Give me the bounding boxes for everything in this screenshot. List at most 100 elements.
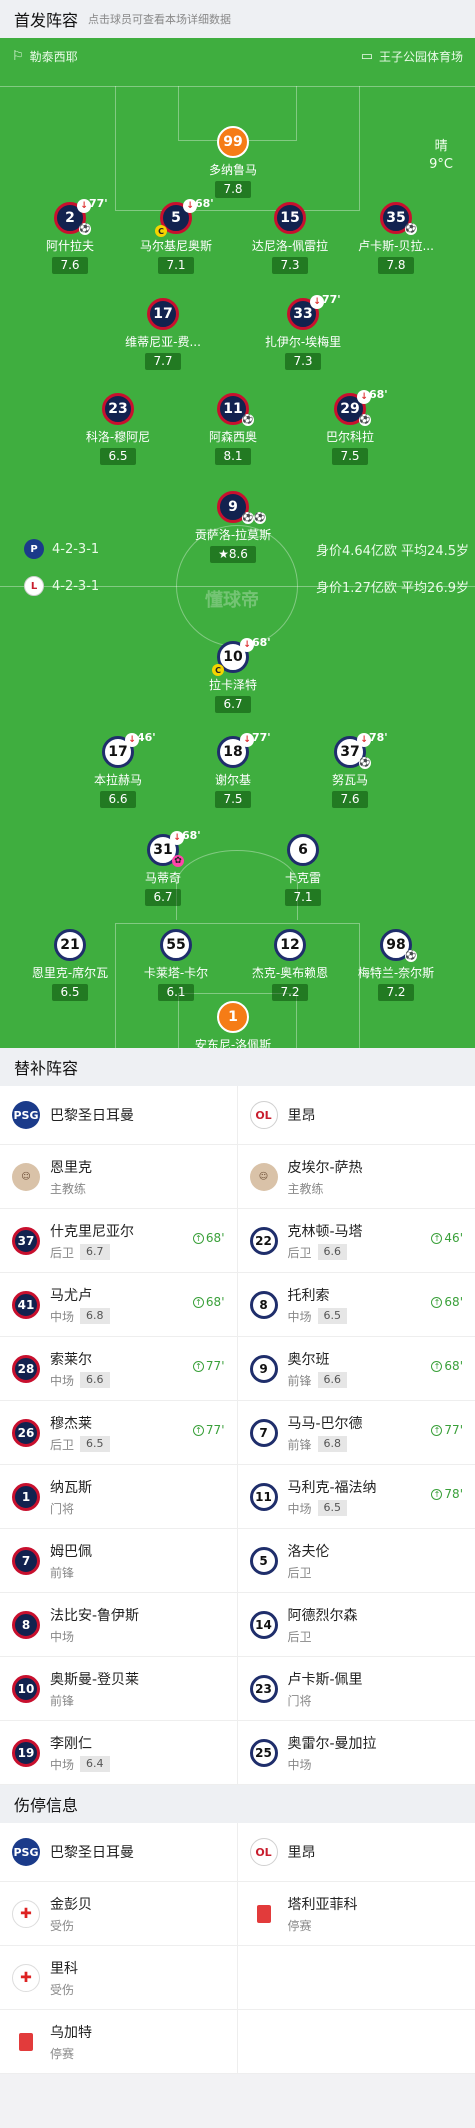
home-player[interactable]: 23 科洛-穆阿尼 6.5 bbox=[63, 393, 173, 465]
sub-player-name: 纳瓦斯 bbox=[50, 1479, 92, 1496]
away-player[interactable]: 12 杰克-奥布赖恩 7.2 bbox=[235, 929, 345, 1001]
injury-away-team[interactable]: OL 里昂 bbox=[238, 1823, 475, 1881]
jersey-number: 11 ⚽ bbox=[217, 393, 254, 426]
referee-name: 勒泰西耶 bbox=[29, 49, 78, 64]
away-player[interactable]: 98 ⚽ 梅特兰-奈尔斯 7.2 bbox=[341, 929, 451, 1001]
subs-home-team[interactable]: PSG 巴黎圣日耳曼 bbox=[0, 1086, 238, 1144]
injury-player bbox=[238, 1946, 475, 2009]
player-rating: 7.1 bbox=[285, 889, 321, 906]
sub-player-name: 马马-巴尔德 bbox=[287, 1415, 363, 1432]
home-player[interactable]: 15 达尼洛-佩雷拉 7.3 bbox=[235, 202, 345, 274]
home-player[interactable]: 99 多纳鲁马 7.8 bbox=[178, 126, 288, 198]
injury-list: PSG 巴黎圣日耳曼 OL 里昂 ✚ 金彭贝 受伤 塔利亚菲科 停赛 ✚ 里科 受伤 乌加特 停赛 bbox=[0, 1823, 475, 2074]
sub-player[interactable]: 41 马尤卢 中场 6.8 ↑ 68' bbox=[0, 1273, 238, 1336]
away-player[interactable]: 37 ↓ 78' ⚽ 努瓦马 7.6 bbox=[295, 731, 405, 808]
player-name: 马尔基尼奥斯 bbox=[139, 239, 212, 253]
jersey-number: 11 bbox=[249, 1482, 278, 1511]
sub-player[interactable]: 14 阿德烈尔森 后卫 bbox=[238, 1593, 475, 1656]
away-coach-name: 皮埃尔-萨热 bbox=[287, 1159, 363, 1176]
injury-info: 塔利亚菲科 停赛 bbox=[288, 1894, 358, 1934]
subs-away-team[interactable]: OL 里昂 bbox=[238, 1086, 475, 1144]
sub-player[interactable]: 9 奥尔班 前锋 6.6 ↑ 68' bbox=[238, 1337, 475, 1400]
sub-player[interactable]: 19 李刚仁 中场 6.4 bbox=[0, 1721, 238, 1784]
sub-player[interactable]: 7 姆巴佩 前锋 bbox=[0, 1529, 238, 1592]
sub-player-meta: 后卫 6.7 bbox=[50, 1244, 134, 1261]
away-player[interactable]: 18 ↓ 77' 谢尔基 7.5 bbox=[178, 731, 288, 808]
injury-player[interactable]: 乌加特 停赛 bbox=[0, 2010, 238, 2073]
home-player[interactable]: 33 ↓ 77' 扎伊尔-埃梅里 7.3 bbox=[248, 293, 358, 370]
sub-player[interactable]: 5 洛夫伦 后卫 bbox=[238, 1529, 475, 1592]
sub-in-minute: ↑ 78' bbox=[431, 1487, 463, 1501]
sub-player-rating: 6.6 bbox=[317, 1372, 348, 1388]
away-coach[interactable]: ☺ 皮埃尔-萨热 主教练 bbox=[238, 1145, 475, 1208]
injury-home-team[interactable]: PSG 巴黎圣日耳曼 bbox=[0, 1823, 238, 1881]
sub-in-minute: ↑ 46' bbox=[431, 1231, 463, 1245]
player-name: 阿森西奥 bbox=[208, 430, 257, 444]
sub-player[interactable]: 10 奥斯曼-登贝莱 前锋 bbox=[0, 1657, 238, 1720]
home-player[interactable]: 5 ↓ 68' C 马尔基尼奥斯 7.1 bbox=[121, 197, 231, 274]
sub-player-position: 后卫 bbox=[287, 1245, 312, 1260]
substitution-minute: 68' bbox=[195, 197, 214, 210]
sub-player[interactable]: 26 穆杰莱 后卫 6.5 ↑ 77' bbox=[0, 1401, 238, 1464]
away-player[interactable]: 31 ↓ 68' ✿ 马蒂奇 6.7 bbox=[108, 829, 218, 906]
sub-player-position: 前锋 bbox=[50, 1693, 75, 1708]
jersey-number: 41 bbox=[12, 1290, 40, 1319]
sub-player-info: 纳瓦斯 门将 bbox=[50, 1477, 92, 1517]
sub-player[interactable]: 23 卢卡斯-佩里 门将 bbox=[238, 1657, 475, 1720]
sub-in-minute: ↑ 77' bbox=[192, 1359, 225, 1373]
sub-player[interactable]: 8 法比安-鲁伊斯 中场 bbox=[0, 1593, 238, 1656]
away-player[interactable]: 10 ↓ 68' C 拉卡泽特 6.7 bbox=[178, 636, 288, 713]
sub-player-info: 索莱尔 中场 6.6 bbox=[50, 1349, 110, 1389]
player-rating: 7.3 bbox=[285, 353, 321, 370]
substitution-minute: 77' bbox=[252, 731, 271, 744]
sub-player[interactable]: 25 奥雷尔-曼加拉 中场 bbox=[238, 1721, 475, 1784]
injury-title: 伤停信息 bbox=[14, 1796, 79, 1815]
weather-condition: 晴 bbox=[434, 139, 448, 154]
substitution-minute: 77' bbox=[89, 197, 108, 210]
goal-ball-icon: ⚽ bbox=[359, 414, 371, 426]
sub-in-icon: ↑ bbox=[192, 1296, 204, 1308]
home-player[interactable]: 29 ↓ 68' ⚽ 巴尔科拉 7.5 bbox=[295, 388, 405, 465]
sub-in-icon: ↑ bbox=[192, 1360, 204, 1372]
sub-player[interactable]: 11 马利克-福法纳 中场 6.5 ↑ 78' bbox=[238, 1465, 475, 1528]
injury-player[interactable]: ✚ 金彭贝 受伤 bbox=[0, 1882, 238, 1945]
sub-player-position: 中场 bbox=[287, 1309, 312, 1324]
injury-player[interactable]: ✚ 里科 受伤 bbox=[0, 1946, 238, 2009]
sub-player[interactable]: 37 什克里尼亚尔 后卫 6.7 ↑ 68' bbox=[0, 1209, 238, 1272]
home-player[interactable]: 9 ⚽ ⚽ 贡萨洛-拉莫斯 ★8.6 bbox=[178, 491, 288, 563]
home-player[interactable]: 2 ↓ 77' ⚽ 阿什拉夫 7.6 bbox=[15, 197, 125, 274]
sub-player[interactable]: 1 纳瓦斯 门将 bbox=[0, 1465, 238, 1528]
home-player[interactable]: 17 维蒂尼亚-费... 7.7 bbox=[108, 298, 218, 370]
sub-player[interactable]: 22 克林顿-马塔 后卫 6.6 ↑ 46' bbox=[238, 1209, 475, 1272]
injury-status: 受伤 bbox=[50, 1918, 75, 1933]
away-player[interactable]: 1安东尼-洛佩斯6.2 bbox=[178, 1001, 288, 1048]
jersey-number: 8 bbox=[249, 1290, 278, 1319]
jersey-number: 28 bbox=[12, 1354, 40, 1383]
injury-status: 受伤 bbox=[50, 1982, 75, 1997]
sub-player[interactable]: 7 马马-巴尔德 前锋 6.8 ↑ 77' bbox=[238, 1401, 475, 1464]
away-player[interactable]: 17 ↓ 46' 本拉赫马 6.6 bbox=[63, 731, 173, 808]
home-value: 身价4.64亿欧 bbox=[315, 543, 397, 559]
home-player[interactable]: 35 ⚽ 卢卡斯-贝拉... 7.8 bbox=[341, 202, 451, 274]
jersey-number: 29 ↓ 68' ⚽ bbox=[334, 388, 388, 426]
substitution-minute: 68' bbox=[369, 388, 388, 401]
jersey-number: 19 bbox=[12, 1738, 40, 1767]
sub-player[interactable]: 28 索莱尔 中场 6.6 ↑ 77' bbox=[0, 1337, 238, 1400]
away-player[interactable]: 21 恩里克-席尔瓦 6.5 bbox=[15, 929, 125, 1001]
away-player[interactable]: 55 卡莱塔-卡尔 6.1 bbox=[121, 929, 231, 1001]
sub-in-icon: ↑ bbox=[192, 1424, 204, 1436]
sub-player[interactable]: 8 托利索 中场 6.5 ↑ 68' bbox=[238, 1273, 475, 1336]
player-name: 维蒂尼亚-费... bbox=[125, 335, 201, 349]
sub-player-position: 后卫 bbox=[287, 1629, 312, 1644]
sub-player-meta: 后卫 6.6 bbox=[288, 1244, 363, 1261]
home-player[interactable]: 11 ⚽ 阿森西奥 8.1 bbox=[178, 393, 288, 465]
subs-row: 10 奥斯曼-登贝莱 前锋 23 卢卡斯-佩里 门将 bbox=[0, 1657, 475, 1721]
away-player[interactable]: 6 卡克雷 7.1 bbox=[248, 834, 358, 906]
injury-status: 停赛 bbox=[50, 2046, 75, 2061]
sub-player-position: 后卫 bbox=[287, 1565, 312, 1580]
injury-player[interactable]: 塔利亚菲科 停赛 bbox=[238, 1882, 475, 1945]
home-coach[interactable]: ☺ 恩里克 主教练 bbox=[0, 1145, 238, 1208]
jersey-number: 98 ⚽ bbox=[380, 929, 417, 962]
away-formation: 4-2-3-1 bbox=[52, 578, 100, 594]
player-name: 科洛-穆阿尼 bbox=[85, 430, 151, 444]
